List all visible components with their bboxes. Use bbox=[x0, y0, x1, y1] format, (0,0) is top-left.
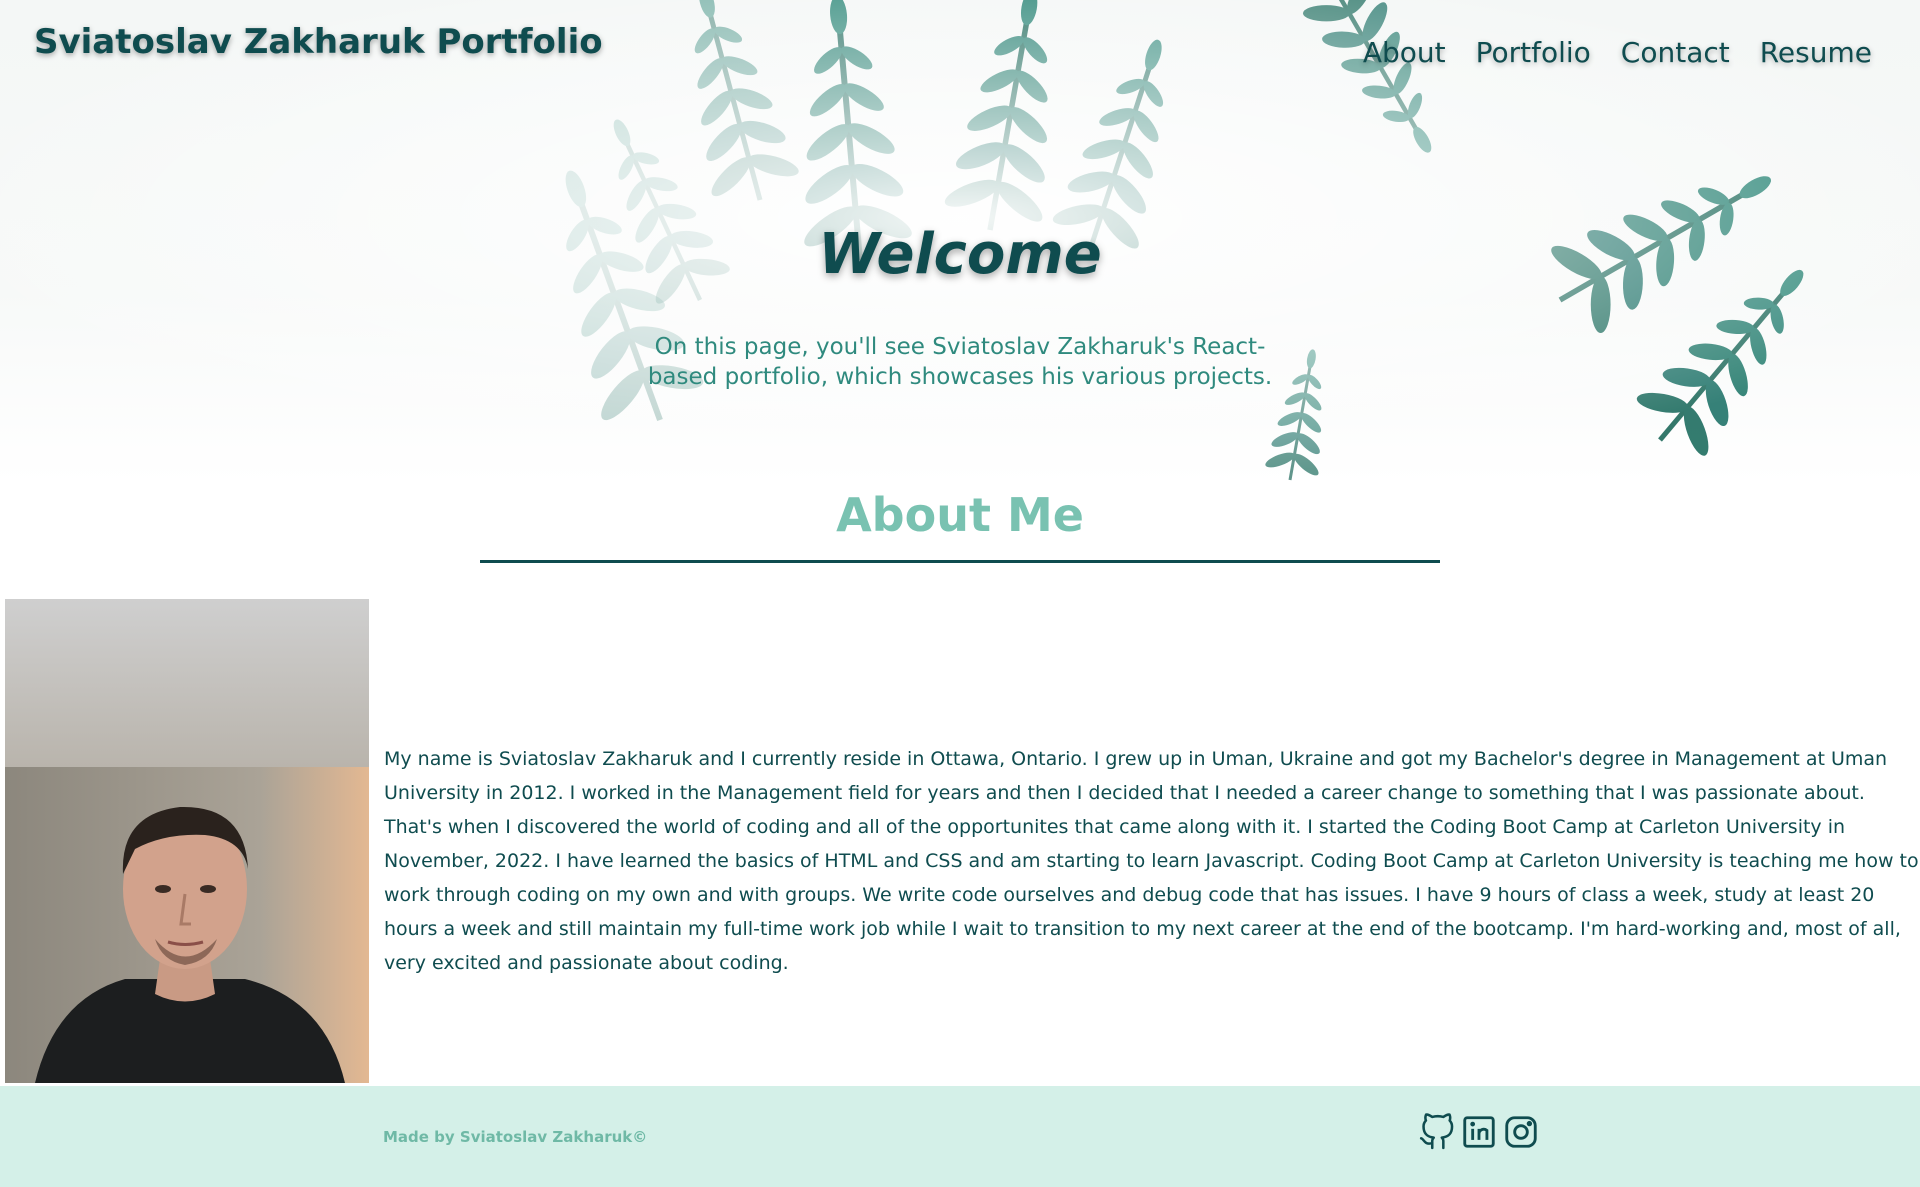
linkedin-icon[interactable] bbox=[1460, 1112, 1498, 1152]
instagram-icon[interactable] bbox=[1502, 1112, 1540, 1152]
social-links bbox=[1418, 1112, 1540, 1152]
nav-link-contact[interactable]: Contact bbox=[1621, 36, 1730, 69]
hero-subtitle: On this page, you'll see Sviatoslav Zakh… bbox=[647, 334, 1273, 390]
footer: Made by Sviatoslav Zakharuk© bbox=[0, 1086, 1920, 1187]
footer-credit: Made by Sviatoslav Zakharuk© bbox=[383, 1128, 648, 1146]
nav-link-about[interactable]: About bbox=[1363, 36, 1446, 69]
nav-link-resume[interactable]: Resume bbox=[1760, 36, 1872, 69]
nav-link-portfolio[interactable]: Portfolio bbox=[1476, 36, 1591, 69]
section-divider bbox=[480, 560, 1440, 563]
site-title[interactable]: Sviatoslav Zakharuk Portfolio bbox=[34, 22, 603, 62]
main-nav: About Portfolio Contact Resume bbox=[1363, 36, 1872, 69]
about-bio-text: My name is Sviatoslav Zakharuk and I cur… bbox=[384, 748, 1919, 974]
hero-banner: Sviatoslav Zakharuk Portfolio About Port… bbox=[0, 0, 1920, 484]
hero-heading: Welcome bbox=[818, 222, 1102, 287]
profile-photo bbox=[5, 599, 369, 1083]
github-icon[interactable] bbox=[1418, 1112, 1456, 1152]
about-section-title: About Me bbox=[836, 488, 1084, 542]
